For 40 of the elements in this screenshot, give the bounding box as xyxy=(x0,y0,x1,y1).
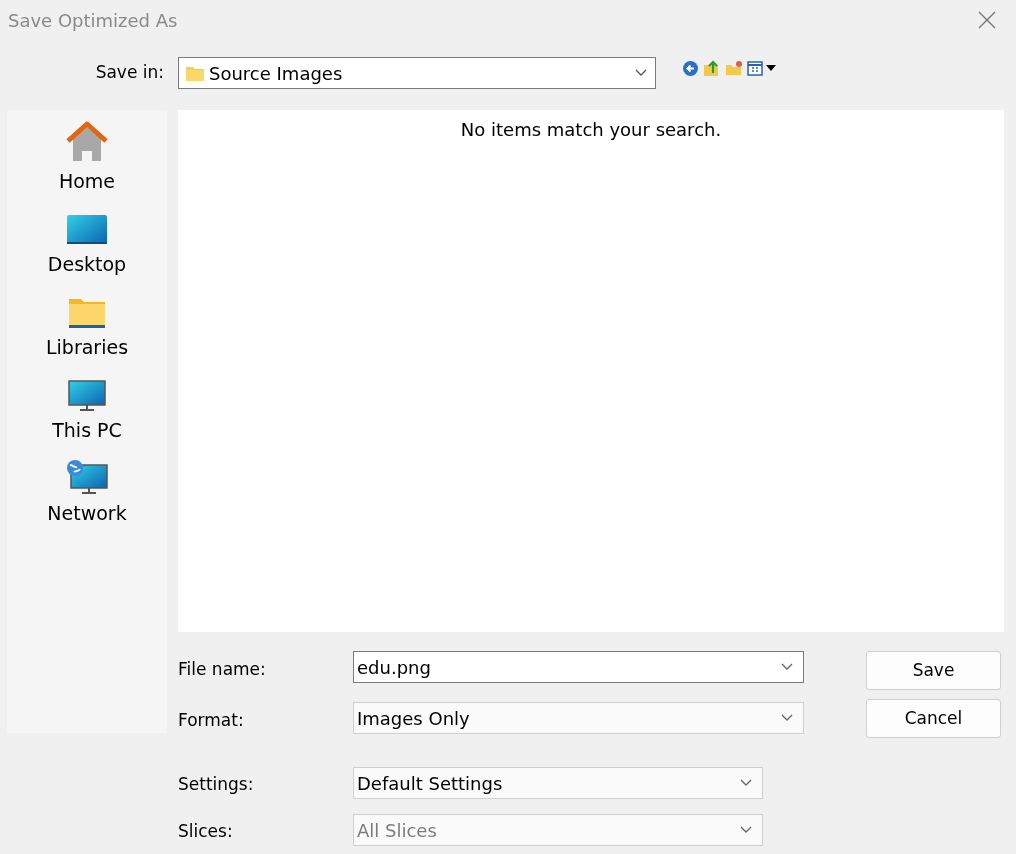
dialog-button[interactable]: Save xyxy=(866,651,1001,690)
back-icon[interactable] xyxy=(682,59,699,77)
folder-icon xyxy=(185,64,205,82)
chevron-down-icon xyxy=(635,69,647,77)
chevron-down-icon xyxy=(740,779,752,787)
window-title: Save Optimized As xyxy=(8,8,178,33)
sidebar-place[interactable]: Desktop xyxy=(7,199,167,282)
monitor-icon xyxy=(68,379,106,412)
sidebar-place[interactable]: Home xyxy=(7,116,167,199)
dialog-button[interactable]: Cancel xyxy=(866,699,1001,738)
field-label: Format: xyxy=(178,709,245,733)
sidebar-place[interactable]: This PC xyxy=(7,365,167,448)
chevron-down-icon xyxy=(781,663,793,671)
place-label: This PC xyxy=(52,417,122,443)
screen-icon xyxy=(66,213,108,246)
dropdown[interactable]: Images Only xyxy=(353,702,804,734)
field-label: File name: xyxy=(178,658,267,682)
save-in-dropdown[interactable]: Source Images xyxy=(178,57,656,89)
save-in-label: Save in: xyxy=(94,61,164,85)
close-icon[interactable] xyxy=(978,11,996,29)
file-name-combo[interactable]: edu.png xyxy=(353,651,804,683)
folder-icon xyxy=(68,296,106,329)
home-icon xyxy=(65,120,109,163)
place-label: Libraries xyxy=(45,334,129,360)
sidebar-place[interactable]: Libraries xyxy=(7,282,167,365)
place-label: Home xyxy=(58,168,116,194)
place-label: Network xyxy=(47,500,127,526)
dropdown: All Slices xyxy=(353,814,763,846)
field-label: Settings: xyxy=(178,773,255,797)
field-label: Slices: xyxy=(178,820,234,844)
folder-up-icon[interactable] xyxy=(703,59,721,77)
view-menu-icon[interactable] xyxy=(747,59,777,77)
dropdown[interactable]: Default Settings xyxy=(353,767,763,799)
new-folder-icon[interactable] xyxy=(725,59,743,77)
chevron-down-icon xyxy=(740,826,752,834)
place-label: Desktop xyxy=(47,251,127,277)
empty-message: No items match your search. xyxy=(460,118,722,142)
network-monitor-icon xyxy=(66,458,108,495)
chevron-down-icon xyxy=(781,714,793,722)
sidebar-place[interactable]: Network xyxy=(7,448,167,531)
